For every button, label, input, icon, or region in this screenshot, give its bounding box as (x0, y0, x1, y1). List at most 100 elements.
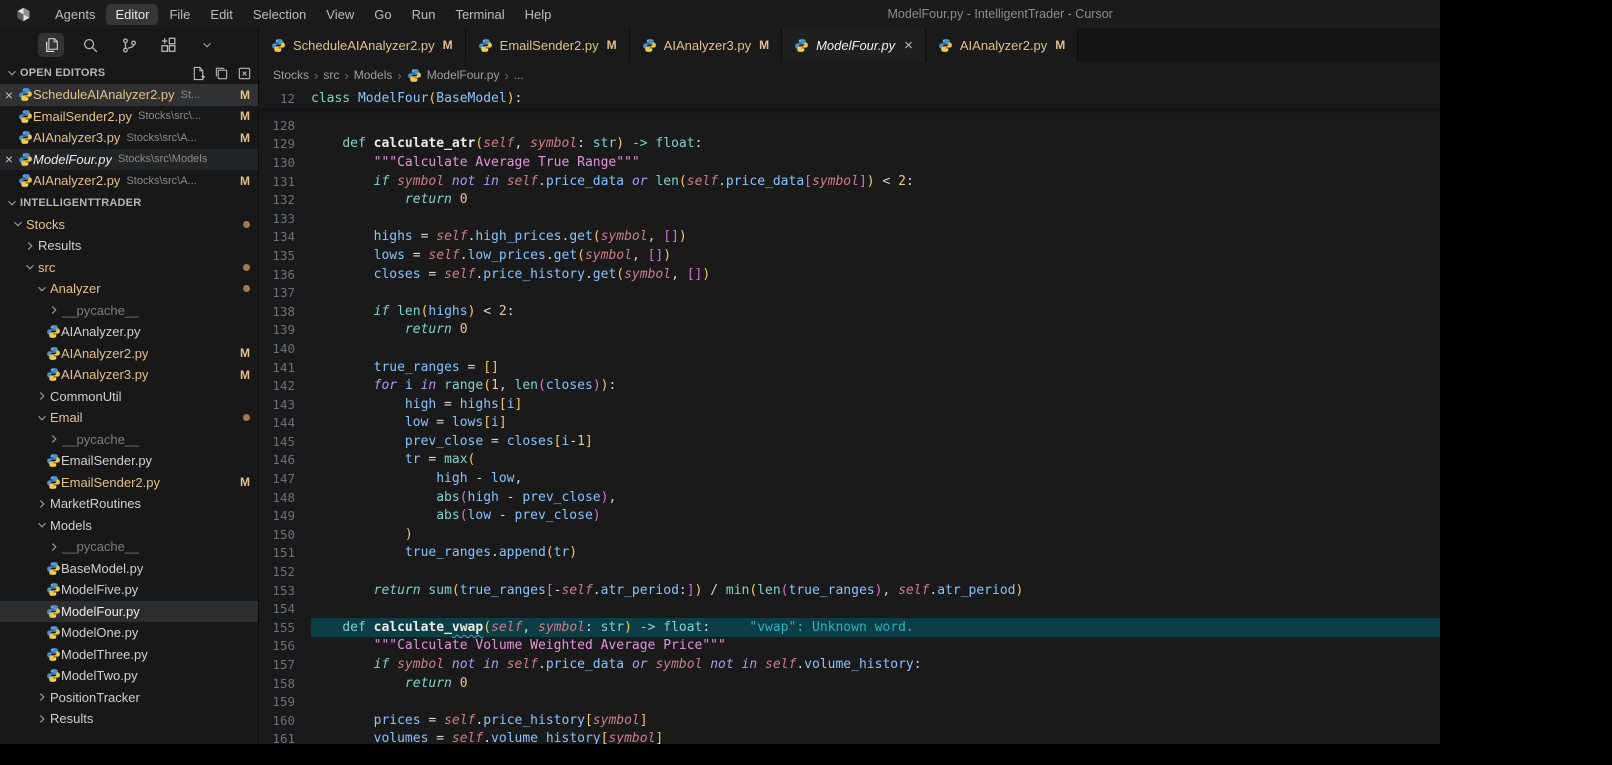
breadcrumb-item[interactable]: ModelFour.py (407, 68, 500, 83)
line-number[interactable]: 157 (259, 657, 311, 672)
line-number[interactable]: 158 (259, 676, 311, 691)
activity-chevron-down-button[interactable] (194, 33, 220, 57)
code-line-158[interactable]: 158 return 0 (259, 674, 1440, 693)
line-content[interactable]: return 0 (311, 190, 1440, 209)
code-line-130[interactable]: 130 """Calculate Average True Range""" (259, 153, 1440, 172)
line-number[interactable]: 145 (259, 434, 311, 449)
line-content[interactable]: return sum(true_ranges[-self.atr_period:… (311, 581, 1440, 600)
menu-agents[interactable]: Agents (46, 4, 104, 25)
line-number[interactable]: 138 (259, 304, 311, 319)
breadcrumb-item[interactable]: Stocks (273, 68, 309, 82)
code-line-153[interactable]: 153 return sum(true_ranges[-self.atr_per… (259, 581, 1440, 600)
close-icon[interactable]: × (0, 151, 18, 167)
code-line-144[interactable]: 144 low = lows[i] (259, 414, 1440, 433)
line-number[interactable]: 139 (259, 322, 311, 337)
code-line-134[interactable]: 134 highs = self.high_prices.get(symbol,… (259, 228, 1440, 247)
code-line-140[interactable]: 140 (259, 339, 1440, 358)
tree-item-email[interactable]: Email (0, 407, 258, 429)
line-content[interactable]: def calculate_vwap(self, symbol: str) ->… (311, 618, 1440, 637)
line-number[interactable]: 146 (259, 452, 311, 467)
menu-help[interactable]: Help (516, 4, 561, 25)
line-number[interactable]: 140 (259, 341, 311, 356)
line-number[interactable]: 132 (259, 192, 311, 207)
breadcrumb-item[interactable]: Models (354, 68, 393, 82)
tree-item-modeltwo-py[interactable]: ModelTwo.py (0, 665, 258, 687)
code-line-156[interactable]: 156 """Calculate Volume Weighted Average… (259, 637, 1440, 656)
line-content[interactable]: high = highs[i] (311, 395, 1440, 414)
line-content[interactable]: if symbol not in self.price_data or symb… (311, 655, 1440, 674)
tree-item-aianalyzer2-py[interactable]: AIAnalyzer2.pyM (0, 343, 258, 365)
open-editor-item[interactable]: AIAnalyzer3.pyStocks\src\A...M (0, 127, 258, 149)
line-number[interactable]: 142 (259, 378, 311, 393)
line-content[interactable]: if len(highs) < 2: (311, 302, 1440, 321)
tree-item-emailsender2-py[interactable]: EmailSender2.pyM (0, 472, 258, 494)
line-content[interactable]: highs = self.high_prices.get(symbol, []) (311, 228, 1440, 247)
code-line-159[interactable]: 159 (259, 692, 1440, 711)
tree-item--pycache-[interactable]: __pycache__ (0, 300, 258, 322)
line-content[interactable] (311, 209, 1440, 228)
code-line-136[interactable]: 136 closes = self.price_history.get(symb… (259, 265, 1440, 284)
menu-editor[interactable]: Editor (106, 4, 158, 25)
line-number[interactable]: 161 (259, 731, 311, 744)
close-all-icon[interactable] (237, 66, 252, 81)
code-line-151[interactable]: 151 true_ranges.append(tr) (259, 544, 1440, 563)
tree-item-src[interactable]: src (0, 257, 258, 279)
line-number[interactable]: 148 (259, 490, 311, 505)
open-editor-item[interactable]: ×ModelFour.pyStocks\src\Models (0, 149, 258, 171)
tree-item-modelthree-py[interactable]: ModelThree.py (0, 644, 258, 666)
line-number[interactable]: 151 (259, 545, 311, 560)
tree-item-aianalyzer3-py[interactable]: AIAnalyzer3.pyM (0, 364, 258, 386)
tree-item-basemodel-py[interactable]: BaseModel.py (0, 558, 258, 580)
tree-item-analyzer[interactable]: Analyzer (0, 278, 258, 300)
menu-run[interactable]: Run (403, 4, 445, 25)
tree-item-modelfour-py[interactable]: ModelFour.py (0, 601, 258, 623)
line-content[interactable] (311, 116, 1440, 135)
line-number[interactable]: 136 (259, 267, 311, 282)
code-line-145[interactable]: 145 prev_close = closes[i-1] (259, 432, 1440, 451)
open-editor-item[interactable]: EmailSender2.pyStocks\src\...M (0, 106, 258, 128)
menu-file[interactable]: File (160, 4, 199, 25)
tab-modelfour-py[interactable]: ModelFour.py× (782, 28, 926, 62)
line-content[interactable] (311, 692, 1440, 711)
tab-emailsender2-py[interactable]: EmailSender2.pyM (466, 28, 630, 62)
line-content[interactable]: closes = self.price_history.get(symbol, … (311, 265, 1440, 284)
code-line-155[interactable]: 155 def calculate_vwap(self, symbol: str… (259, 618, 1440, 637)
code-line-161[interactable]: 161 volumes = self.volume_history[symbol… (259, 730, 1440, 744)
tab-close-icon[interactable]: × (904, 38, 913, 53)
code-line-150[interactable]: 150 ) (259, 525, 1440, 544)
code-line-148[interactable]: 148 abs(high - prev_close), (259, 488, 1440, 507)
code-line-137[interactable]: 137 (259, 283, 1440, 302)
cursor-logo-icon[interactable] (0, 6, 46, 23)
code-line-138[interactable]: 138 if len(highs) < 2: (259, 302, 1440, 321)
open-editors-header[interactable]: OPEN EDITORS (0, 62, 258, 84)
line-number[interactable]: 134 (259, 229, 311, 244)
line-content[interactable]: lows = self.low_prices.get(symbol, []) (311, 246, 1440, 265)
tree-item-models[interactable]: Models (0, 515, 258, 537)
tree-item-stocks[interactable]: Stocks (0, 214, 258, 236)
new-file-icon[interactable] (191, 66, 206, 81)
code-line-142[interactable]: 142 for i in range(1, len(closes)): (259, 376, 1440, 395)
activity-source-control-button[interactable] (116, 33, 142, 57)
tree-item-results[interactable]: Results (0, 708, 258, 730)
line-content[interactable]: """Calculate Volume Weighted Average Pri… (311, 637, 1440, 656)
line-number[interactable]: 141 (259, 360, 311, 375)
breadcrumb-item[interactable]: ... (514, 68, 524, 82)
open-editor-item[interactable]: AIAnalyzer2.pyStocks\src\A...M (0, 170, 258, 192)
code-line-146[interactable]: 146 tr = max( (259, 451, 1440, 470)
line-content[interactable]: return 0 (311, 674, 1440, 693)
line-number[interactable]: 133 (259, 211, 311, 226)
line-number[interactable]: 149 (259, 508, 311, 523)
line-content[interactable] (311, 283, 1440, 302)
tree-item--pycache-[interactable]: __pycache__ (0, 536, 258, 558)
tree-item-results[interactable]: Results (0, 235, 258, 257)
code-line-129[interactable]: 129 def calculate_atr(self, symbol: str)… (259, 135, 1440, 154)
code-line-147[interactable]: 147 high - low, (259, 469, 1440, 488)
save-all-icon[interactable] (214, 66, 229, 81)
tree-item-emailsender-py[interactable]: EmailSender.py (0, 450, 258, 472)
line-content[interactable]: tr = max( (311, 451, 1440, 470)
code-line-131[interactable]: 131 if symbol not in self.price_data or … (259, 172, 1440, 191)
activity-explorer-button[interactable] (38, 33, 64, 57)
line-number[interactable]: 147 (259, 471, 311, 486)
line-content[interactable] (311, 562, 1440, 581)
sticky-scroll-line[interactable]: 12class ModelFour(BaseModel): (259, 88, 1440, 108)
